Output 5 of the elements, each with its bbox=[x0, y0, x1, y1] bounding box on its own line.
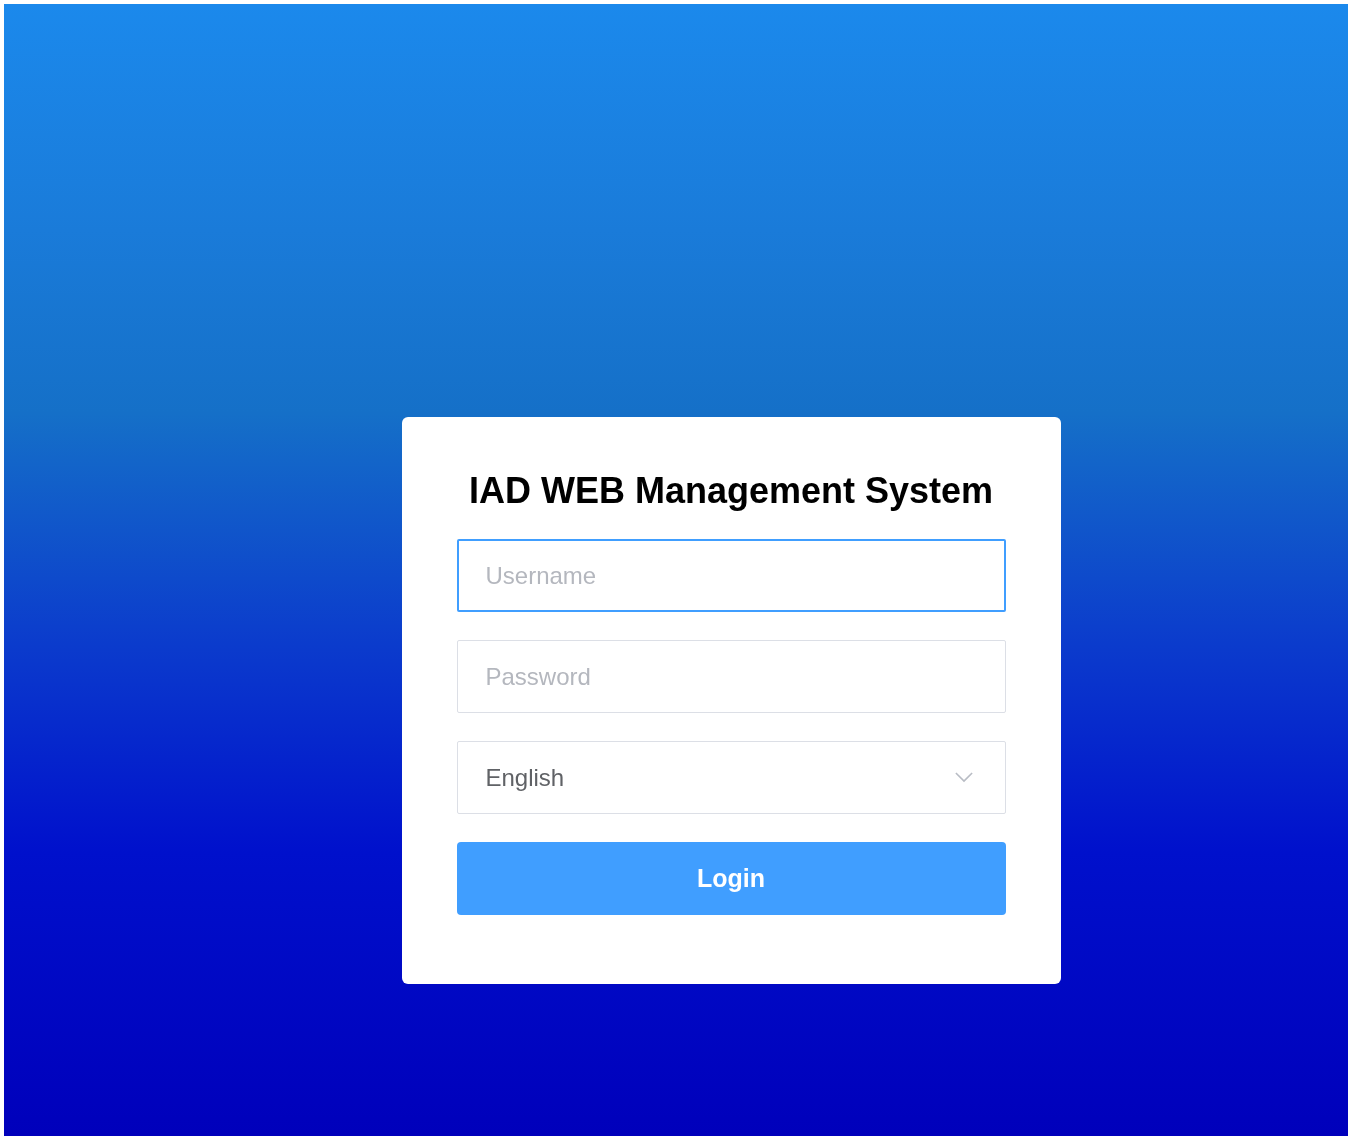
language-select[interactable]: English bbox=[456, 741, 1006, 814]
username-field[interactable]: Username bbox=[456, 539, 1006, 612]
chevron-down-icon bbox=[954, 772, 973, 783]
page-title: IAD WEB Management System bbox=[468, 469, 994, 513]
password-field[interactable]: Password bbox=[456, 640, 1006, 713]
